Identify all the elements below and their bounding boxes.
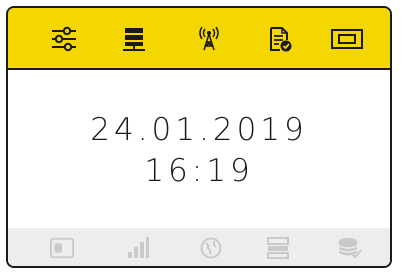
document-check-button[interactable] (266, 25, 294, 53)
top-toolbar (8, 8, 390, 70)
antenna-button[interactable] (195, 25, 223, 53)
sim-card-status (50, 236, 74, 260)
server-icon (123, 28, 145, 51)
database-status (338, 236, 362, 260)
globe-icon (200, 237, 222, 259)
settings-sliders-icon (52, 26, 76, 52)
sim-card-icon (50, 237, 74, 259)
display-frame-button[interactable] (330, 25, 364, 53)
antenna-icon (199, 26, 219, 51)
internet-status (199, 236, 223, 260)
document-check-icon (270, 27, 292, 52)
settings-sliders-button[interactable] (50, 25, 78, 53)
database-check-icon (338, 238, 362, 259)
status-bar (8, 228, 390, 266)
server-status (266, 236, 290, 260)
display-frame-icon (331, 29, 363, 49)
signal-bars-icon (128, 237, 149, 258)
time-text: 16:19 (144, 153, 254, 189)
server-button[interactable] (120, 25, 148, 53)
signal-status (126, 236, 150, 260)
server-stack-icon (267, 237, 289, 259)
date-text: 24.01.2019 (90, 112, 308, 148)
datetime-display: 24.01.2019 16:19 (8, 70, 390, 228)
device-screen: 24.01.2019 16:19 (6, 6, 392, 268)
